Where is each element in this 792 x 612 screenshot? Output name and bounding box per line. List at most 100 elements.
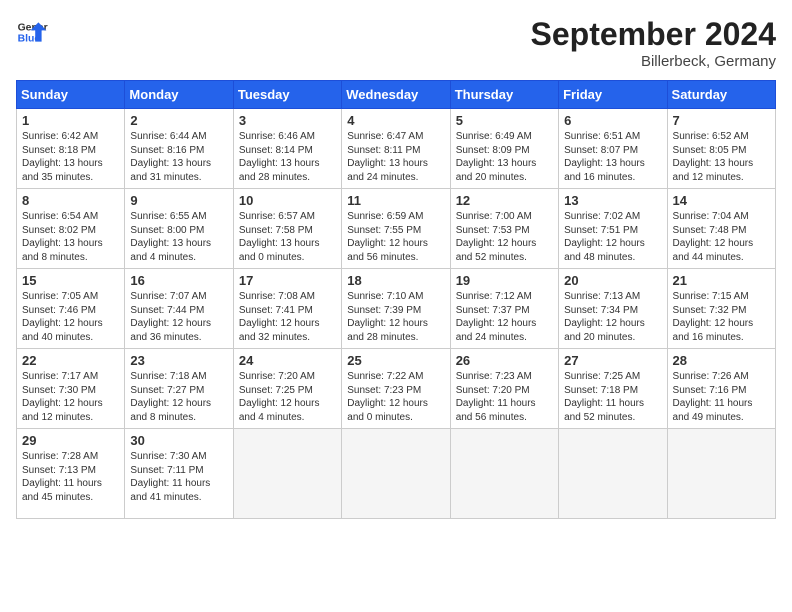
day-number: 1 (22, 113, 119, 128)
cell-content: Sunrise: 6:57 AMSunset: 7:58 PMDaylight:… (239, 210, 336, 264)
calendar-cell: 19Sunrise: 7:12 AMSunset: 7:37 PMDayligh… (450, 269, 558, 349)
calendar-cell: 8Sunrise: 6:54 AMSunset: 8:02 PMDaylight… (17, 189, 125, 269)
calendar-cell: 12 Sunrise: 7:00 AMSunset: 7:53 PMDayligh… (450, 189, 558, 269)
calendar-table: SundayMondayTuesdayWednesdayThursdayFrid… (16, 80, 776, 519)
calendar-cell: 7 Sunrise: 6:52 AMSunset: 8:05 PMDaylight… (667, 109, 775, 189)
day-number: 19 (456, 273, 553, 288)
calendar-cell: 18 Sunrise: 7:10 AMSunset: 7:39 PMDayligh… (342, 269, 450, 349)
cell-content: Sunrise: 6:55 AMSunset: 8:00 PMDaylight:… (130, 210, 227, 264)
cell-content: Sunrise: 6:44 AMSunset: 8:16 PMDaylight:… (130, 130, 227, 184)
day-number: 30 (130, 433, 227, 448)
calendar-cell (342, 429, 450, 519)
day-number: 4 (347, 113, 444, 128)
calendar-cell: 29Sunrise: 7:28 AMSunset: 7:13 PMDayligh… (17, 429, 125, 519)
calendar-cell (450, 429, 558, 519)
calendar-cell: 17 Sunrise: 7:08 AMSunset: 7:41 PMDayligh… (233, 269, 341, 349)
day-number: 16 (130, 273, 227, 288)
cell-content: Sunrise: 7:10 AMSunset: 7:39 PMDaylight:… (347, 290, 444, 344)
cell-content: Sunrise: 7:30 AMSunset: 7:11 PMDaylight:… (130, 450, 227, 504)
col-header-friday: Friday (559, 81, 667, 109)
week-row-1: 1 Sunrise: 6:42 AMSunset: 8:18 PMDaylight… (17, 109, 776, 189)
cell-content: Sunrise: 7:05 AMSunset: 7:46 PMDaylight:… (22, 290, 119, 344)
cell-content: Sunrise: 7:18 AMSunset: 7:27 PMDaylight:… (130, 370, 227, 424)
day-number: 2 (130, 113, 227, 128)
day-number: 7 (673, 113, 770, 128)
day-number: 29 (22, 433, 119, 448)
col-header-sunday: Sunday (17, 81, 125, 109)
day-number: 9 (130, 193, 227, 208)
day-number: 24 (239, 353, 336, 368)
calendar-cell: 20 Sunrise: 7:13 AMSunset: 7:34 PMDayligh… (559, 269, 667, 349)
cell-content: Sunrise: 7:25 AMSunset: 7:18 PMDaylight:… (564, 370, 661, 424)
day-number: 28 (673, 353, 770, 368)
day-number: 11 (347, 193, 444, 208)
cell-content: Sunrise: 7:08 AMSunset: 7:41 PMDaylight:… (239, 290, 336, 344)
week-row-4: 22 Sunrise: 7:17 AMSunset: 7:30 PMDayligh… (17, 349, 776, 429)
calendar-cell: 6Sunrise: 6:51 AMSunset: 8:07 PMDaylight… (559, 109, 667, 189)
day-number: 10 (239, 193, 336, 208)
day-number: 17 (239, 273, 336, 288)
cell-content: Sunrise: 6:51 AMSunset: 8:07 PMDaylight:… (564, 130, 661, 184)
col-header-monday: Monday (125, 81, 233, 109)
calendar-cell (233, 429, 341, 519)
day-number: 18 (347, 273, 444, 288)
day-number: 3 (239, 113, 336, 128)
month-year: September 2024 (531, 16, 776, 53)
cell-content: Sunrise: 6:52 AMSunset: 8:05 PMDaylight:… (673, 130, 770, 184)
calendar-cell: 27 Sunrise: 7:25 AMSunset: 7:18 PMDayligh… (559, 349, 667, 429)
calendar-cell: 16 Sunrise: 7:07 AMSunset: 7:44 PMDayligh… (125, 269, 233, 349)
calendar-cell (559, 429, 667, 519)
day-number: 26 (456, 353, 553, 368)
calendar-cell: 23 Sunrise: 7:18 AMSunset: 7:27 PMDayligh… (125, 349, 233, 429)
day-number: 27 (564, 353, 661, 368)
calendar-cell: 2 Sunrise: 6:44 AMSunset: 8:16 PMDaylight… (125, 109, 233, 189)
cell-content: Sunrise: 7:20 AMSunset: 7:25 PMDaylight:… (239, 370, 336, 424)
calendar-cell: 4Sunrise: 6:47 AMSunset: 8:11 PMDaylight… (342, 109, 450, 189)
title-area: September 2024 Billerbeck, Germany (531, 16, 776, 70)
cell-content: Sunrise: 7:04 AMSunset: 7:48 PMDaylight:… (673, 210, 770, 264)
cell-content: Sunrise: 7:23 AMSunset: 7:20 PMDaylight:… (456, 370, 553, 424)
header: General Blue September 2024 Billerbeck, … (16, 16, 776, 70)
cell-content: Sunrise: 7:26 AMSunset: 7:16 PMDaylight:… (673, 370, 770, 424)
week-row-2: 8Sunrise: 6:54 AMSunset: 8:02 PMDaylight… (17, 189, 776, 269)
calendar-cell: 21Sunrise: 7:15 AMSunset: 7:32 PMDayligh… (667, 269, 775, 349)
calendar-cell: 25Sunrise: 7:22 AMSunset: 7:23 PMDayligh… (342, 349, 450, 429)
day-number: 23 (130, 353, 227, 368)
week-row-5: 29Sunrise: 7:28 AMSunset: 7:13 PMDayligh… (17, 429, 776, 519)
day-number: 12 (456, 193, 553, 208)
calendar-cell: 30 Sunrise: 7:30 AMSunset: 7:11 PMDayligh… (125, 429, 233, 519)
cell-content: Sunrise: 7:13 AMSunset: 7:34 PMDaylight:… (564, 290, 661, 344)
cell-content: Sunrise: 6:49 AMSunset: 8:09 PMDaylight:… (456, 130, 553, 184)
header-row: SundayMondayTuesdayWednesdayThursdayFrid… (17, 81, 776, 109)
cell-content: Sunrise: 6:42 AMSunset: 8:18 PMDaylight:… (22, 130, 119, 184)
location: Billerbeck, Germany (531, 53, 776, 70)
calendar-cell: 11Sunrise: 6:59 AMSunset: 7:55 PMDayligh… (342, 189, 450, 269)
calendar-cell: 14 Sunrise: 7:04 AMSunset: 7:48 PMDayligh… (667, 189, 775, 269)
calendar-cell: 15 Sunrise: 7:05 AMSunset: 7:46 PMDayligh… (17, 269, 125, 349)
day-number: 14 (673, 193, 770, 208)
calendar-cell: 1 Sunrise: 6:42 AMSunset: 8:18 PMDaylight… (17, 109, 125, 189)
cell-content: Sunrise: 7:00 AMSunset: 7:53 PMDaylight:… (456, 210, 553, 264)
day-number: 20 (564, 273, 661, 288)
logo: General Blue (16, 16, 48, 48)
calendar-cell: 24 Sunrise: 7:20 AMSunset: 7:25 PMDayligh… (233, 349, 341, 429)
day-number: 22 (22, 353, 119, 368)
logo-icon: General Blue (16, 16, 48, 48)
cell-content: Sunrise: 7:07 AMSunset: 7:44 PMDaylight:… (130, 290, 227, 344)
week-row-3: 15 Sunrise: 7:05 AMSunset: 7:46 PMDayligh… (17, 269, 776, 349)
calendar-cell: 13Sunrise: 7:02 AMSunset: 7:51 PMDayligh… (559, 189, 667, 269)
calendar-cell: 5 Sunrise: 6:49 AMSunset: 8:09 PMDaylight… (450, 109, 558, 189)
col-header-saturday: Saturday (667, 81, 775, 109)
day-number: 13 (564, 193, 661, 208)
col-header-thursday: Thursday (450, 81, 558, 109)
cell-content: Sunrise: 6:46 AMSunset: 8:14 PMDaylight:… (239, 130, 336, 184)
cell-content: Sunrise: 7:22 AMSunset: 7:23 PMDaylight:… (347, 370, 444, 424)
calendar-cell: 9 Sunrise: 6:55 AMSunset: 8:00 PMDaylight… (125, 189, 233, 269)
calendar-cell: 3 Sunrise: 6:46 AMSunset: 8:14 PMDaylight… (233, 109, 341, 189)
calendar-cell: 28 Sunrise: 7:26 AMSunset: 7:16 PMDayligh… (667, 349, 775, 429)
day-number: 15 (22, 273, 119, 288)
col-header-tuesday: Tuesday (233, 81, 341, 109)
calendar-cell: 22 Sunrise: 7:17 AMSunset: 7:30 PMDayligh… (17, 349, 125, 429)
cell-content: Sunrise: 7:17 AMSunset: 7:30 PMDaylight:… (22, 370, 119, 424)
day-number: 5 (456, 113, 553, 128)
